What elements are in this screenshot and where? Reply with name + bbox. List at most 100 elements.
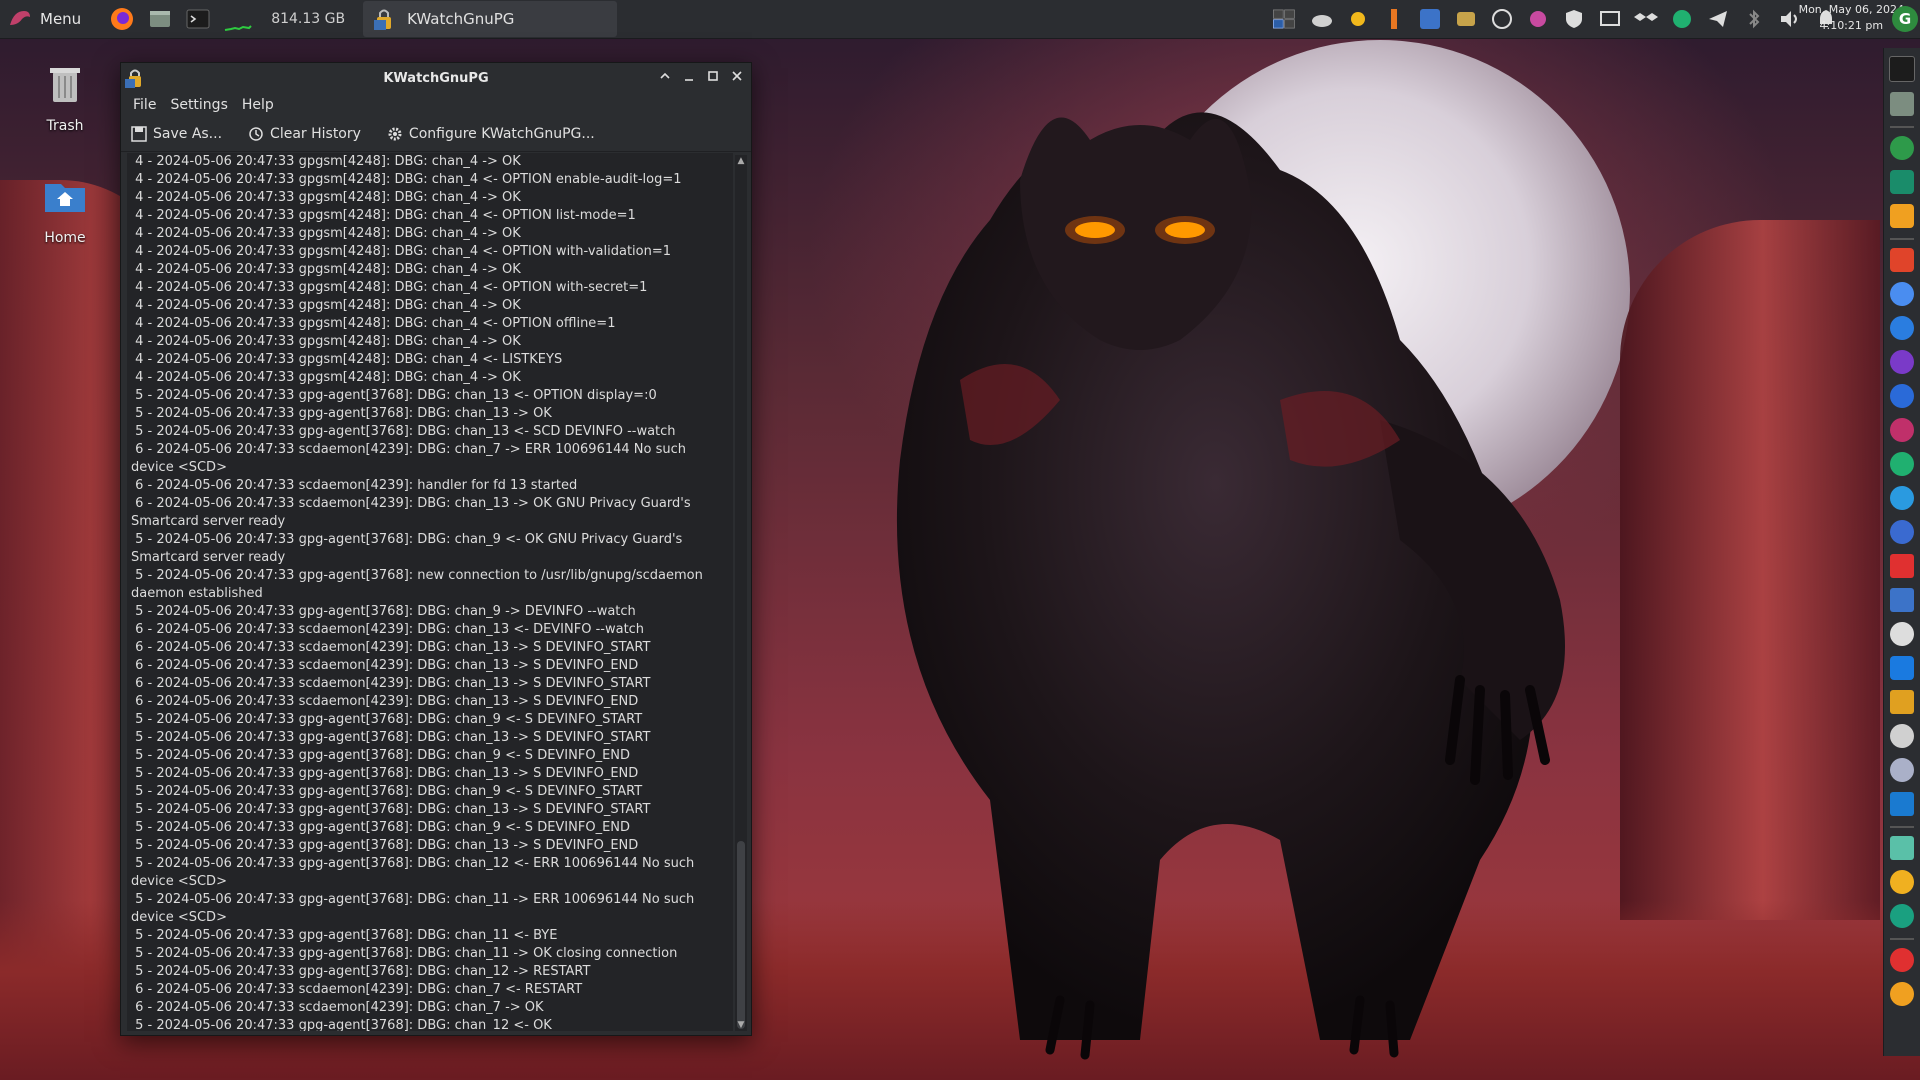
terminal-launcher[interactable] [183,4,213,34]
log-scrollbar[interactable]: ▲ ▼ [735,155,747,1031]
system-monitor-graph [223,4,253,34]
log-line: 5 - 2024-05-06 20:47:33 gpg-agent[3768]:… [131,604,636,619]
tray-bluetooth[interactable] [1740,5,1768,33]
log-line: 4 - 2024-05-06 20:47:33 gpgsm[4248]: DBG… [131,370,521,385]
application-menu-button[interactable]: Menu [0,0,91,38]
dock-separator [1890,938,1914,940]
menu-help[interactable]: Help [242,97,274,113]
dock-app-red[interactable] [1890,554,1914,578]
maximize-button[interactable] [705,69,721,85]
log-line: 5 - 2024-05-06 20:47:33 gpg-agent[3768]:… [131,964,591,979]
log-line: 5 - 2024-05-06 20:47:33 gpg-agent[3768]:… [131,784,643,799]
tray-brightness[interactable] [1344,5,1372,33]
y-app-icon [1492,9,1512,29]
dock-chrome[interactable] [1890,282,1914,306]
save-as-label: Save As... [153,126,223,142]
scroll-thumb[interactable] [737,841,745,1029]
workspace-switcher[interactable] [1272,5,1300,33]
log-line: 4 - 2024-05-06 20:47:33 gpgsm[4248]: DBG… [131,280,648,295]
kwatchgnupg-task-icon [374,9,392,30]
log-line: 5 - 2024-05-06 20:47:33 gpg-agent[3768]:… [131,838,639,853]
tray-display[interactable] [1596,5,1624,33]
dock-app-orange[interactable] [1890,982,1914,1006]
log-line: 6 - 2024-05-06 20:47:33 scdaemon[4239]: … [131,640,651,655]
log-line: 4 - 2024-05-06 20:47:33 gpgsm[4248]: DBG… [131,298,521,313]
tray-app-r[interactable] [1416,5,1444,33]
panel-clock[interactable]: Mon, May 06, 2024 4:10:21 pm [1799,2,1904,34]
user-avatar[interactable]: G [1892,6,1918,32]
tray-weather[interactable] [1308,5,1336,33]
log-view[interactable]: 4 - 2024-05-06 20:47:33 gpgsm[4248]: DBG… [127,153,733,1031]
dock-messenger[interactable] [1890,520,1914,544]
minimize-button[interactable] [681,69,697,85]
dock-app-lines[interactable] [1890,758,1914,782]
tray-shield[interactable] [1560,5,1588,33]
dock-app-r[interactable] [1890,588,1914,612]
tray-app-wallet[interactable] [1452,5,1480,33]
dock-maps[interactable] [1890,136,1914,160]
clock-date: Mon, May 06, 2024 [1798,3,1904,16]
window-buttons [657,69,745,85]
dock-separator [1890,826,1914,828]
dock-safari[interactable] [1890,316,1914,340]
dock-app-layers[interactable] [1890,690,1914,714]
scroll-up-arrow[interactable]: ▲ [735,155,747,167]
dock-vivaldi[interactable] [1890,418,1914,442]
kwatchgnupg-window: KWatchGnuPG File Settings Help Save As..… [120,62,752,1036]
menu-settings[interactable]: Settings [170,97,227,113]
log-line: 5 - 2024-05-06 20:47:33 gpg-agent[3768]:… [131,568,707,601]
log-line: 4 - 2024-05-06 20:47:33 gpgsm[4248]: DBG… [131,262,521,277]
taskbar-kwatchgnupg-label: KWatchGnuPG [407,10,515,28]
dock-sync[interactable] [1890,452,1914,476]
log-line: 5 - 2024-05-06 20:47:33 gpg-agent[3768]:… [131,424,676,439]
dock-monitor[interactable] [1890,836,1914,860]
desktop-icon-trash[interactable]: Trash [20,60,110,134]
tray-cpu-meter[interactable] [1380,5,1408,33]
dock-app-disc[interactable] [1890,724,1914,748]
menu-file[interactable]: File [133,97,156,113]
clear-history-button[interactable]: Clear History [248,126,361,142]
tray-app-flower[interactable] [1524,5,1552,33]
tray-telegram[interactable] [1704,5,1732,33]
dock-app-teal[interactable] [1890,904,1914,928]
dock-app-v[interactable] [1890,170,1914,194]
scroll-down-arrow[interactable]: ▼ [735,1019,747,1031]
close-button[interactable] [729,69,745,85]
dock-vscode[interactable] [1890,792,1914,816]
configure-button[interactable]: Configure KWatchGnuPG... [387,126,595,142]
configure-label: Configure KWatchGnuPG... [408,126,595,142]
log-line: 5 - 2024-05-06 20:47:33 gpg-agent[3768]:… [131,946,678,961]
window-titlebar[interactable]: KWatchGnuPG [121,63,751,93]
dock-app-j[interactable] [1890,656,1914,680]
dock-files[interactable] [1890,92,1914,116]
tray-app-y[interactable] [1488,5,1516,33]
dock-thunderbird[interactable] [1890,384,1914,408]
dock-brave[interactable] [1890,248,1914,272]
dock-terminal[interactable] [1889,56,1915,82]
clear-history-label: Clear History [270,126,361,142]
main-toolbar: Save As... Clear History Configure KWatc… [121,117,751,152]
dock-palette[interactable] [1890,870,1914,894]
firefox-icon [111,8,134,30]
file-manager-launcher[interactable] [145,4,175,34]
dock-separator [1890,238,1914,240]
log-line: 5 - 2024-05-06 20:47:33 gpg-agent[3768]:… [131,748,631,763]
dock-tor[interactable] [1890,350,1914,374]
taskbar-kwatchgnupg[interactable]: KWatchGnuPG [363,1,618,37]
desktop-icon-home[interactable]: Home [20,172,110,246]
dock-app-eyes[interactable] [1890,622,1914,646]
gear-icon [388,127,402,141]
dock-power[interactable] [1890,948,1914,972]
close-icon [732,71,742,81]
log-line: 5 - 2024-05-06 20:47:33 gpg-agent[3768]:… [131,892,699,925]
terminal-icon [186,9,210,29]
keep-above-button[interactable] [657,69,673,85]
dock-app-slides[interactable] [1890,204,1914,228]
maximize-icon [708,71,718,81]
tray-sync[interactable] [1668,5,1696,33]
save-as-button[interactable]: Save As... [131,126,222,142]
dock-telegram[interactable] [1890,486,1914,510]
tray-dropbox[interactable] [1632,5,1660,33]
log-line: 6 - 2024-05-06 20:47:33 scdaemon[4239]: … [131,982,583,997]
firefox-launcher[interactable] [107,4,137,34]
